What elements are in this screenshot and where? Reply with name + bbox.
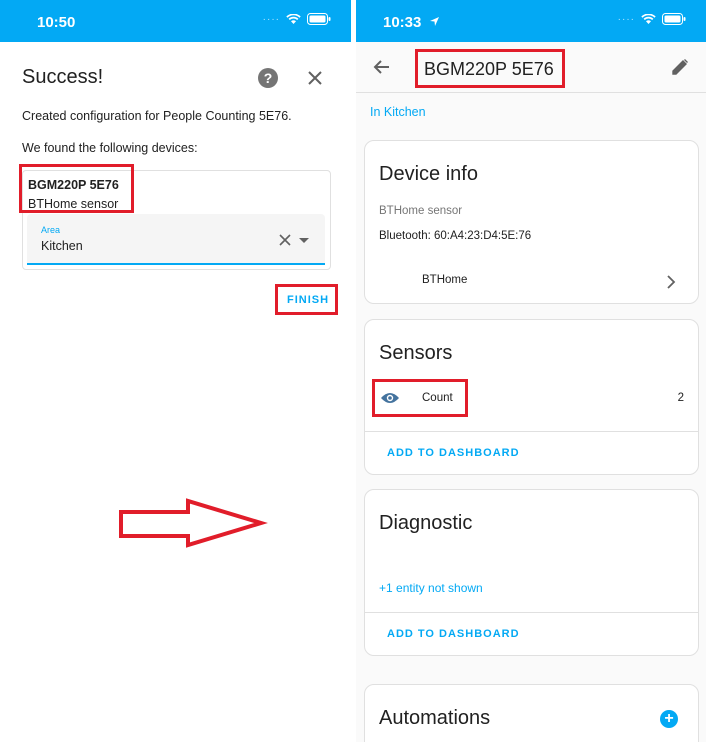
integration-name: BTHome xyxy=(422,274,468,286)
signal-icon: ···· xyxy=(617,13,635,25)
battery-icon xyxy=(307,13,331,25)
finish-button[interactable]: FINISH xyxy=(287,294,329,306)
diagnostic-add-to-dashboard-button[interactable]: ADD TO DASHBOARD xyxy=(387,628,520,640)
device-page-screen: 10:33 ···· BGM220P 5E76 In Kitchen Devic… xyxy=(356,0,706,742)
sensors-add-to-dashboard-button[interactable]: ADD TO DASHBOARD xyxy=(387,447,520,459)
chevron-right-icon xyxy=(667,275,676,289)
device-card: BGM220P 5E76 BTHome sensor Area Kitchen xyxy=(22,170,331,270)
location-arrow-icon xyxy=(430,17,439,26)
device-info-card: Device info BTHome sensor Bluetooth: 60:… xyxy=(364,140,699,304)
area-value: Kitchen xyxy=(41,239,83,253)
area-select[interactable]: Area Kitchen xyxy=(27,214,325,265)
wifi-icon xyxy=(286,13,301,24)
diagnostic-card: Diagnostic +1 entity not shown ADD TO DA… xyxy=(364,489,699,656)
sensors-card: Sensors Count 2 ADD TO DASHBOARD xyxy=(364,319,699,475)
status-bar: 10:33 ···· xyxy=(356,0,706,42)
status-time: 10:33 xyxy=(383,14,422,31)
dropdown-arrow-icon[interactable] xyxy=(299,238,309,243)
eye-icon xyxy=(381,393,399,403)
status-icons: ···· xyxy=(618,13,686,25)
bluetooth-address: Bluetooth: 60:A4:23:D4:5E:76 xyxy=(379,230,532,242)
arrow-right-icon xyxy=(119,498,268,548)
device-name: BGM220P 5E76 xyxy=(28,178,119,192)
area-link[interactable]: In Kitchen xyxy=(370,105,426,119)
integration-row[interactable]: BTHome xyxy=(365,263,698,299)
area-label: Area xyxy=(41,225,61,235)
hidden-entities-link[interactable]: +1 entity not shown xyxy=(379,581,483,595)
help-icon[interactable]: ? xyxy=(258,68,278,88)
device-info-title: Device info xyxy=(379,163,478,185)
status-time: 10:50 xyxy=(37,14,76,31)
app-bar: BGM220P 5E76 xyxy=(356,42,706,93)
battery-icon xyxy=(662,13,686,25)
add-automation-icon[interactable]: + xyxy=(660,710,678,728)
card-divider xyxy=(365,431,698,432)
close-icon[interactable] xyxy=(305,68,325,88)
entity-value: 2 xyxy=(677,392,684,404)
edit-pencil-icon[interactable] xyxy=(670,57,690,77)
device-type: BTHome sensor xyxy=(28,197,119,211)
automations-title: Automations xyxy=(379,707,491,729)
config-created-message: Created configuration for People Countin… xyxy=(22,109,292,123)
clear-icon[interactable] xyxy=(279,234,291,246)
entity-row-count[interactable]: Count 2 xyxy=(365,380,698,416)
dialog-title: Success! xyxy=(22,66,104,88)
status-bar: 10:50 ···· xyxy=(0,0,351,42)
back-arrow-icon[interactable] xyxy=(372,57,392,77)
config-success-screen: 10:50 ···· Success! ? Created configurat… xyxy=(0,0,351,742)
page-title: BGM220P 5E76 xyxy=(424,59,554,79)
sensors-title: Sensors xyxy=(379,342,453,364)
wifi-icon xyxy=(641,13,656,24)
automations-card: Automations + xyxy=(364,684,699,742)
found-devices-text: We found the following devices: xyxy=(22,141,198,155)
entity-name: Count xyxy=(422,392,453,404)
signal-icon: ···· xyxy=(262,13,280,25)
status-icons: ···· xyxy=(263,13,331,25)
diagnostic-title: Diagnostic xyxy=(379,512,473,534)
device-info-type: BTHome sensor xyxy=(379,205,463,217)
card-divider xyxy=(365,612,698,613)
